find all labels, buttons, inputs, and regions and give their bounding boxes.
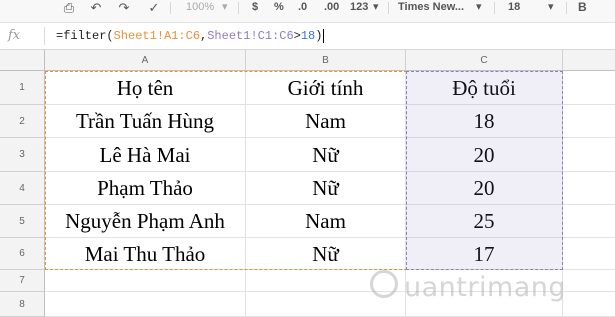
header-cell[interactable]: Độ tuổi <box>406 71 563 105</box>
data-cell[interactable]: Nữ <box>246 238 406 270</box>
column-header-b[interactable]: B <box>246 50 406 71</box>
row-header[interactable]: 7 <box>0 270 45 292</box>
data-cell[interactable]: Lê Hà Mai <box>45 138 246 172</box>
text-cursor <box>323 28 325 43</box>
watermark-text: uantrimang <box>404 272 567 303</box>
data-cell[interactable]: 20 <box>406 172 563 205</box>
data-cell[interactable]: 20 <box>406 138 563 172</box>
font-family-dropdown-icon[interactable]: ▾ <box>476 0 482 22</box>
currency-format-button[interactable]: $ <box>252 0 258 22</box>
header-cell[interactable]: Giới tính <box>246 71 406 105</box>
paint-format-icon[interactable]: ✓ <box>146 1 162 15</box>
row-header[interactable]: 6 <box>0 238 45 270</box>
toolbar: ⎙ ↶ ↷ ✓ 100% ▾ $ % .0 .00 123 ▾ Times Ne… <box>0 0 615 23</box>
toolbar-divider <box>170 2 171 14</box>
formula-function: =filter( <box>56 29 114 43</box>
data-cell[interactable]: Phạm Thảo <box>45 172 246 205</box>
data-cell[interactable]: Trần Tuấn Hùng <box>45 105 246 138</box>
data-cell[interactable]: Nam <box>246 205 406 238</box>
empty-cell[interactable] <box>563 270 615 292</box>
row-header[interactable]: 1 <box>0 71 45 105</box>
redo-icon[interactable]: ↷ <box>116 1 132 15</box>
formula-close-paren: ) <box>315 29 323 43</box>
formula-bar-divider <box>44 27 45 45</box>
select-all-corner[interactable] <box>0 50 45 71</box>
formula-operator: > <box>293 29 301 43</box>
formula-range-1: Sheet1!A1:C6 <box>113 29 201 43</box>
empty-cell[interactable] <box>563 138 615 172</box>
data-cell[interactable]: 25 <box>406 205 563 238</box>
data-cell[interactable]: Nữ <box>246 172 406 205</box>
data-cell[interactable]: Mai Thu Thảo <box>45 238 246 270</box>
more-formats-button[interactable]: 123 <box>350 0 368 22</box>
column-header-c[interactable]: C <box>406 50 563 71</box>
toolbar-divider <box>494 2 495 14</box>
font-size-dropdown-icon[interactable]: ▾ <box>548 0 554 22</box>
row-header[interactable]: 4 <box>0 172 45 205</box>
column-header-a[interactable]: A <box>45 50 246 71</box>
empty-cell[interactable] <box>563 205 615 238</box>
data-cell[interactable]: Nam <box>246 105 406 138</box>
row-header[interactable]: 3 <box>0 138 45 172</box>
zoom-select[interactable]: 100% <box>186 0 214 22</box>
empty-cell[interactable] <box>563 71 615 105</box>
data-cell[interactable]: 18 <box>406 105 563 138</box>
row-header[interactable]: 8 <box>0 292 45 317</box>
empty-cell[interactable] <box>563 238 615 270</box>
empty-cell[interactable] <box>563 292 615 317</box>
row-header[interactable]: 2 <box>0 105 45 138</box>
empty-cell[interactable] <box>563 105 615 138</box>
percent-format-button[interactable]: % <box>274 0 284 22</box>
watermark-logo-icon <box>370 270 398 298</box>
empty-cell[interactable] <box>45 270 246 292</box>
formula-input[interactable]: =filter(Sheet1!A1:C6,Sheet1!C1:C6>18) <box>56 28 325 44</box>
toolbar-divider <box>238 2 239 14</box>
data-cell[interactable]: Nguyễn Phạm Anh <box>45 205 246 238</box>
fx-icon: fx <box>8 28 21 43</box>
decrease-decimal-button[interactable]: .0 <box>298 0 307 22</box>
undo-icon[interactable]: ↶ <box>88 1 104 15</box>
print-icon[interactable]: ⎙ <box>61 1 77 15</box>
zoom-dropdown-icon[interactable]: ▾ <box>222 0 228 22</box>
column-header-d[interactable] <box>563 50 615 71</box>
more-formats-dropdown-icon[interactable]: ▾ <box>373 0 379 22</box>
bold-button[interactable]: B <box>578 0 587 22</box>
increase-decimal-button[interactable]: .00 <box>324 0 339 22</box>
row-header[interactable]: 5 <box>0 205 45 238</box>
formula-bar: fx =filter(Sheet1!A1:C6,Sheet1!C1:C6>18) <box>0 23 615 50</box>
empty-cell[interactable] <box>563 172 615 205</box>
header-cell[interactable]: Họ tên <box>45 71 246 105</box>
formula-number: 18 <box>300 29 316 43</box>
data-cell[interactable]: Nữ <box>246 138 406 172</box>
empty-cell[interactable] <box>45 292 246 317</box>
toolbar-divider <box>388 2 389 14</box>
font-family-select[interactable]: Times New... <box>398 0 464 22</box>
toolbar-divider <box>566 2 567 14</box>
data-cell[interactable]: 17 <box>406 238 563 270</box>
formula-range-2: Sheet1!C1:C6 <box>207 29 294 43</box>
font-size-select[interactable]: 18 <box>508 0 520 22</box>
